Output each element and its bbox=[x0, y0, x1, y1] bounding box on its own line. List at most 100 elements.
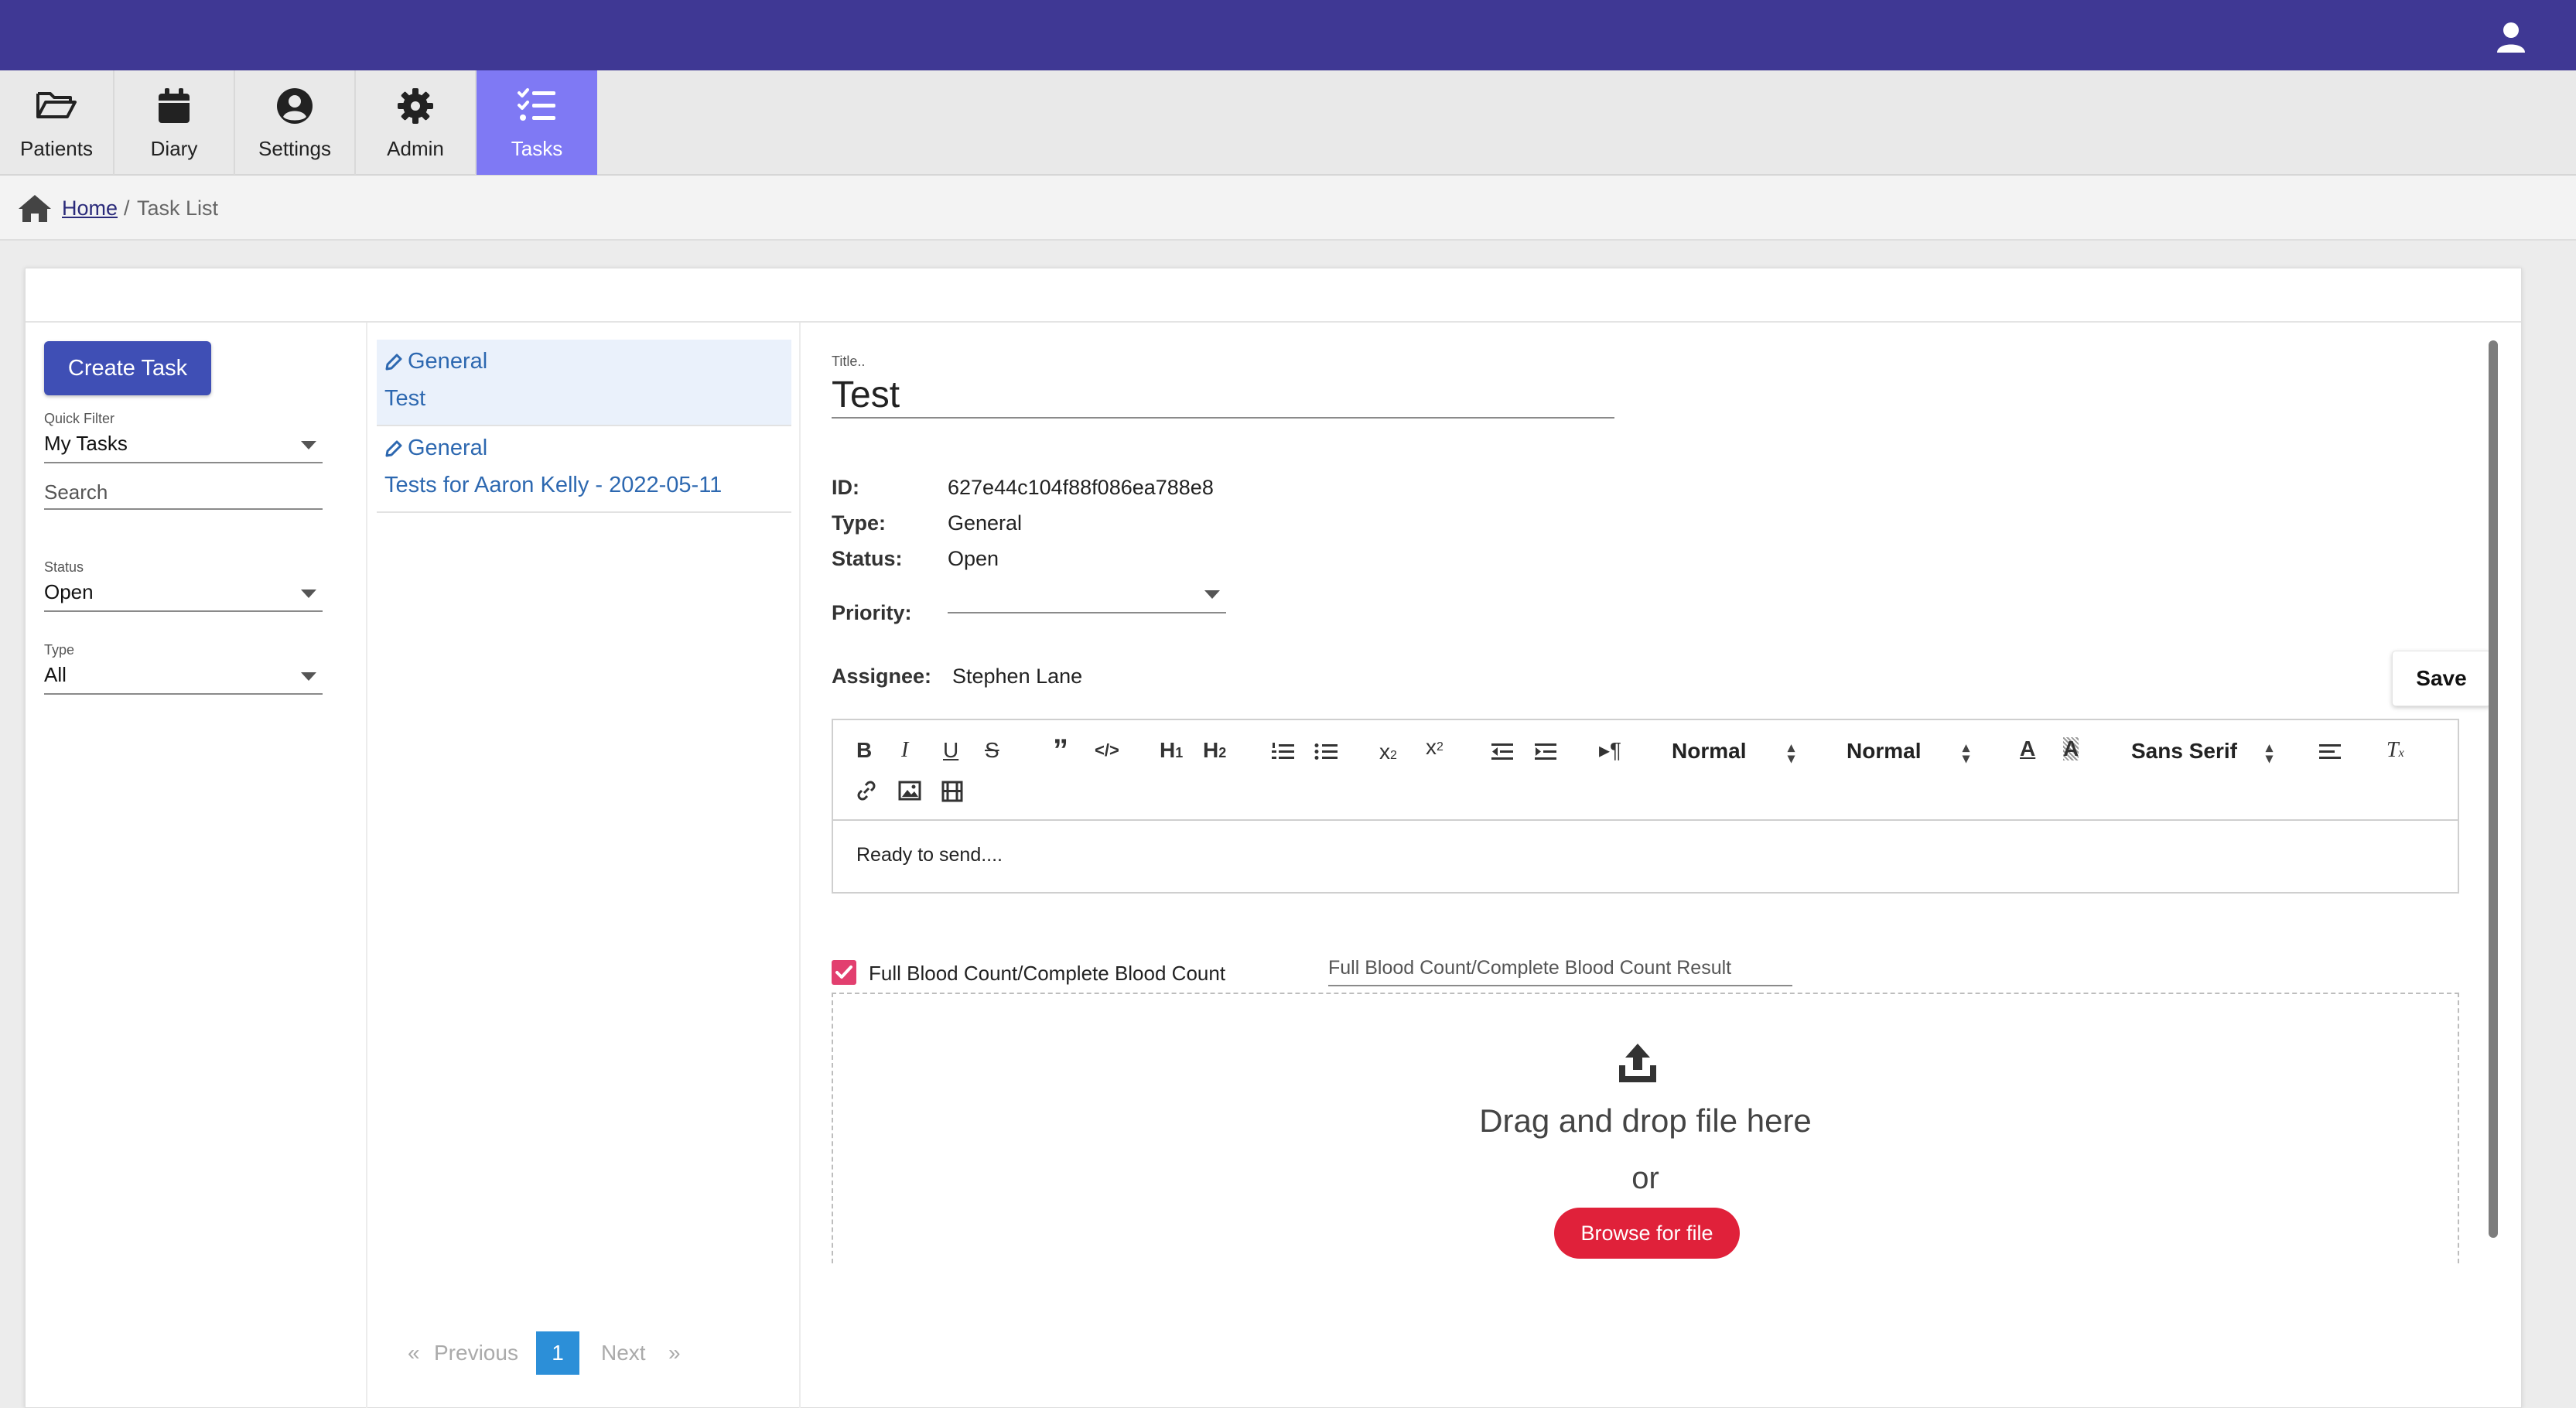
bold-icon[interactable]: B bbox=[856, 739, 872, 762]
code-block-icon[interactable]: </> bbox=[1095, 739, 1119, 762]
title-field[interactable]: Test bbox=[832, 374, 1614, 419]
rich-text-editor: B I U S ” </> H1 H2 x2 x2 ▸¶ Normal ▴ ▾ No… bbox=[832, 719, 2459, 894]
ordered-list-icon[interactable] bbox=[1271, 742, 1294, 762]
nav-item-admin[interactable]: Admin bbox=[356, 70, 477, 175]
italic-icon[interactable]: I bbox=[901, 739, 908, 762]
header-format-select[interactable]: Normal ▴ ▾ bbox=[1672, 739, 1811, 766]
search-input[interactable] bbox=[44, 476, 323, 510]
upload-icon bbox=[1619, 1044, 1656, 1082]
breadcrumb-current: Task List bbox=[137, 197, 219, 220]
gear-icon bbox=[398, 88, 433, 124]
pager-next[interactable]: Next bbox=[601, 1341, 646, 1365]
breadcrumb-separator: / bbox=[124, 197, 130, 220]
image-icon[interactable] bbox=[898, 781, 921, 801]
font-family-value: Sans Serif bbox=[2131, 739, 2237, 763]
priority-label: Priority: bbox=[832, 601, 912, 624]
heading2-icon[interactable]: H2 bbox=[1203, 739, 1226, 764]
user-account-icon[interactable] bbox=[2496, 20, 2526, 54]
quick-filter-select[interactable]: Quick Filter My Tasks bbox=[44, 411, 323, 463]
dropdown-caret-icon bbox=[301, 590, 316, 598]
align-icon[interactable] bbox=[2318, 742, 2342, 762]
breadcrumb: Home / Task List bbox=[0, 176, 2576, 241]
pencil-icon bbox=[385, 440, 402, 457]
task-list-item[interactable]: General Test bbox=[377, 340, 791, 426]
create-task-button[interactable]: Create Task bbox=[44, 341, 211, 395]
tasks-icon bbox=[518, 88, 555, 121]
calendar-icon bbox=[159, 88, 190, 123]
nav-item-label: Patients bbox=[20, 137, 93, 160]
test-checkbox-label: Full Blood Count/Complete Blood Count bbox=[869, 962, 1226, 985]
subscript-icon[interactable]: x2 bbox=[1379, 740, 1397, 767]
id-value: 627e44c104f88f086ea788e8 bbox=[948, 476, 1214, 499]
status-select[interactable]: Status Open bbox=[44, 559, 323, 612]
pencil-icon bbox=[385, 354, 402, 371]
nav-item-patients[interactable]: Patients bbox=[0, 70, 114, 175]
priority-select[interactable] bbox=[948, 578, 1226, 613]
panel-header bbox=[26, 268, 2521, 323]
superscript-icon[interactable]: x2 bbox=[1426, 736, 1443, 759]
nav-item-label: Diary bbox=[150, 137, 198, 160]
strikethrough-icon[interactable]: S bbox=[985, 739, 999, 762]
header-format-value: Normal bbox=[1672, 739, 1747, 763]
font-family-select[interactable]: Sans Serif ▴ ▾ bbox=[2131, 739, 2286, 766]
pager-previous[interactable]: Previous bbox=[434, 1341, 518, 1365]
scrollbar[interactable] bbox=[2489, 340, 2498, 1238]
top-app-bar bbox=[0, 0, 2576, 70]
editor-content[interactable]: Ready to send.... bbox=[856, 844, 1003, 866]
user-circle-icon bbox=[277, 88, 313, 124]
nav-item-label: Admin bbox=[387, 137, 444, 160]
assignee-label: Assignee: bbox=[832, 665, 932, 688]
heading1-icon[interactable]: H1 bbox=[1160, 739, 1183, 764]
outdent-icon[interactable] bbox=[1491, 742, 1514, 762]
blockquote-icon[interactable]: ” bbox=[1053, 735, 1068, 766]
nav-item-tasks[interactable]: Tasks bbox=[477, 70, 597, 175]
dropdown-caret-icon bbox=[1204, 590, 1220, 599]
status-value: Open bbox=[44, 580, 94, 603]
file-dropzone[interactable]: Drag and drop file here or Browse for fi… bbox=[832, 993, 2459, 1263]
nav-item-settings[interactable]: Settings bbox=[235, 70, 356, 175]
folder-open-icon bbox=[36, 92, 77, 118]
text-direction-icon[interactable]: ▸¶ bbox=[1599, 739, 1621, 762]
text-color-icon[interactable]: A bbox=[2020, 737, 2035, 760]
nav-item-label: Tasks bbox=[511, 137, 563, 160]
browse-file-button[interactable]: Browse for file bbox=[1554, 1208, 1740, 1259]
nav-item-diary[interactable]: Diary bbox=[114, 70, 235, 175]
indent-icon[interactable] bbox=[1534, 742, 1557, 762]
main-nav: Patients Diary Settings Admin Tasks bbox=[0, 70, 2576, 176]
underline-icon[interactable]: U bbox=[943, 739, 958, 762]
nav-item-label: Settings bbox=[258, 137, 331, 160]
status-value: Open bbox=[948, 547, 999, 570]
type-value: General bbox=[948, 511, 1023, 535]
pager-next-symbol: » bbox=[668, 1341, 681, 1365]
background-color-icon[interactable]: A bbox=[2063, 737, 2079, 760]
link-icon[interactable] bbox=[855, 779, 878, 802]
dropdown-caret-icon bbox=[301, 672, 316, 681]
font-size-value: Normal bbox=[1847, 739, 1922, 763]
test-result-input[interactable] bbox=[1328, 951, 1792, 986]
task-panel: Create Task Quick Filter My Tasks Status… bbox=[25, 268, 2522, 1408]
type-select[interactable]: Type All bbox=[44, 642, 323, 695]
task-list: General Test General Tests for Aaron Kel… bbox=[367, 323, 801, 1408]
font-size-select[interactable]: Normal ▴ ▾ bbox=[1847, 739, 1986, 766]
video-icon[interactable] bbox=[941, 781, 963, 802]
type-value: All bbox=[44, 663, 67, 686]
task-type: General bbox=[408, 436, 488, 460]
quick-filter-label: Quick Filter bbox=[44, 411, 115, 426]
save-button[interactable]: Save bbox=[2392, 651, 2491, 706]
breadcrumb-home-link[interactable]: Home bbox=[62, 197, 118, 220]
select-arrows-icon: ▴ ▾ bbox=[2266, 740, 2274, 766]
id-label: ID: bbox=[832, 476, 859, 499]
select-arrows-icon: ▴ ▾ bbox=[1963, 740, 1970, 766]
pager-page-current[interactable]: 1 bbox=[536, 1331, 579, 1375]
home-icon bbox=[19, 195, 51, 222]
status-label: Status bbox=[44, 559, 84, 575]
filter-sidebar: Create Task Quick Filter My Tasks Status… bbox=[26, 323, 367, 1408]
select-arrows-icon: ▴ ▾ bbox=[1788, 740, 1795, 766]
assignee-value: Stephen Lane bbox=[952, 665, 1083, 688]
test-checkbox[interactable] bbox=[832, 960, 856, 985]
clear-format-icon[interactable]: Tx bbox=[2386, 739, 2404, 765]
pager-prev-symbol: « bbox=[408, 1341, 420, 1365]
bullet-list-icon[interactable] bbox=[1314, 742, 1338, 762]
task-list-item[interactable]: General Tests for Aaron Kelly - 2022-05-… bbox=[377, 426, 791, 513]
task-name: Test bbox=[384, 386, 426, 411]
